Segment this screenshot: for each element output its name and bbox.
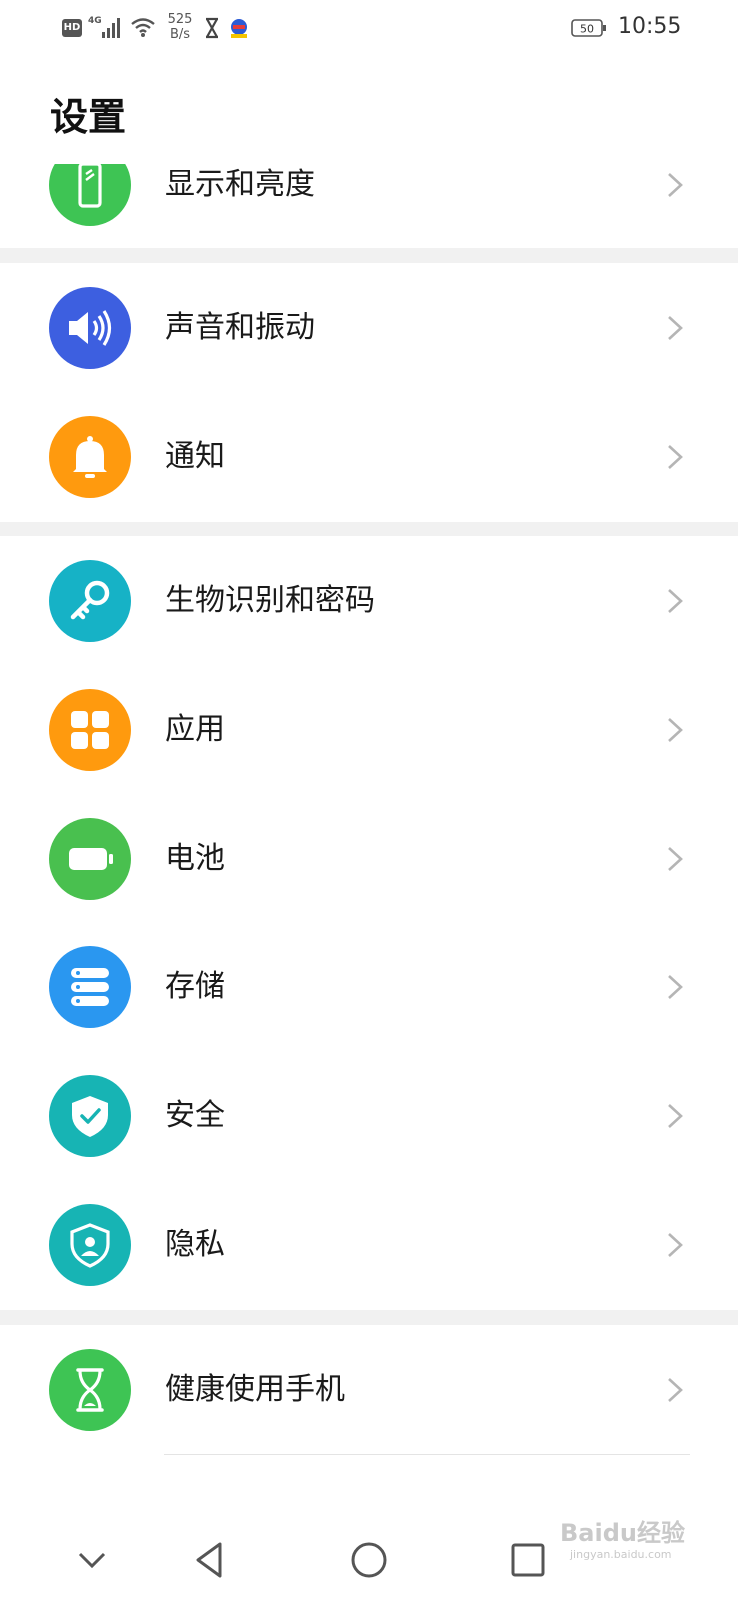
app-notification-icon <box>231 19 247 38</box>
settings-item-label: 电池 <box>165 841 225 876</box>
clock: 10:55 <box>618 14 682 39</box>
settings-item-label: 应用 <box>165 712 225 747</box>
cellular-signal-icon: 4G <box>88 16 120 38</box>
settings-item[interactable]: 电池 <box>0 794 738 924</box>
chevron-right-icon <box>668 1104 683 1128</box>
chevron-right-icon <box>668 1378 683 1402</box>
svg-text:50: 50 <box>580 23 594 36</box>
battery-icon <box>49 818 131 900</box>
chevron-right-icon <box>668 316 683 340</box>
chevron-right-icon <box>668 589 683 613</box>
speaker-icon <box>49 287 131 369</box>
section-gap <box>0 248 738 264</box>
settings-item-label: 显示和亮度 <box>165 167 315 202</box>
settings-item-label: 安全 <box>165 1098 225 1133</box>
section-gap <box>0 1310 738 1326</box>
settings-item[interactable]: 隐私 <box>0 1180 738 1310</box>
chevron-right-icon <box>668 847 683 871</box>
settings-item[interactable]: 生物识别和密码 <box>0 536 738 666</box>
divider <box>164 1454 690 1455</box>
apps-grid-icon <box>49 689 131 771</box>
settings-item[interactable]: 声音和振动 <box>0 263 738 393</box>
settings-item-label: 存储 <box>165 969 225 1004</box>
home-button[interactable] <box>343 1534 395 1586</box>
hourglass-status-icon <box>206 17 218 39</box>
settings-item-label: 生物识别和密码 <box>165 583 375 618</box>
hourglass-icon <box>49 1349 131 1431</box>
network-speed: 525 B/s <box>167 12 193 42</box>
display-brightness-icon <box>49 164 131 226</box>
wifi-icon <box>131 18 155 37</box>
battery-status-icon: 50 <box>571 19 606 37</box>
shield-check-icon <box>49 1075 131 1157</box>
privacy-shield-icon <box>49 1204 131 1286</box>
settings-item-label: 通知 <box>165 439 225 474</box>
settings-item[interactable]: 健康使用手机 <box>0 1325 738 1455</box>
settings-item[interactable]: 存储 <box>0 922 738 1052</box>
svg-text:4G: 4G <box>88 16 102 26</box>
chevron-right-icon <box>668 173 683 197</box>
baidu-watermark: Baidu经验 jingyan.baidu.com <box>560 1519 685 1561</box>
settings-item[interactable]: 通知 <box>0 392 738 522</box>
storage-icon <box>49 946 131 1028</box>
svg-text:jingyan.baidu.com: jingyan.baidu.com <box>569 1548 672 1561</box>
back-button[interactable] <box>184 1534 236 1586</box>
key-icon <box>49 560 131 642</box>
svg-text:Baidu经验: Baidu经验 <box>560 1519 685 1547</box>
page-title: 设置 <box>50 95 127 139</box>
settings-item[interactable]: 安全 <box>0 1051 738 1181</box>
settings-item-label: 隐私 <box>165 1227 225 1262</box>
collapse-chevron-icon[interactable] <box>66 1534 118 1586</box>
section-gap <box>0 521 738 537</box>
chevron-right-icon <box>668 1233 683 1257</box>
settings-item-label: 声音和振动 <box>165 310 315 345</box>
chevron-right-icon <box>668 445 683 469</box>
status-bar: HD 4G 525 B/s 50 10:55 <box>0 0 738 60</box>
bell-icon <box>49 416 131 498</box>
settings-item-label: 健康使用手机 <box>165 1372 345 1407</box>
chevron-right-icon <box>668 975 683 999</box>
chevron-right-icon <box>668 718 683 742</box>
recent-apps-button[interactable] <box>502 1534 554 1586</box>
settings-item[interactable]: 应用 <box>0 665 738 795</box>
hd-icon: HD <box>62 19 82 37</box>
